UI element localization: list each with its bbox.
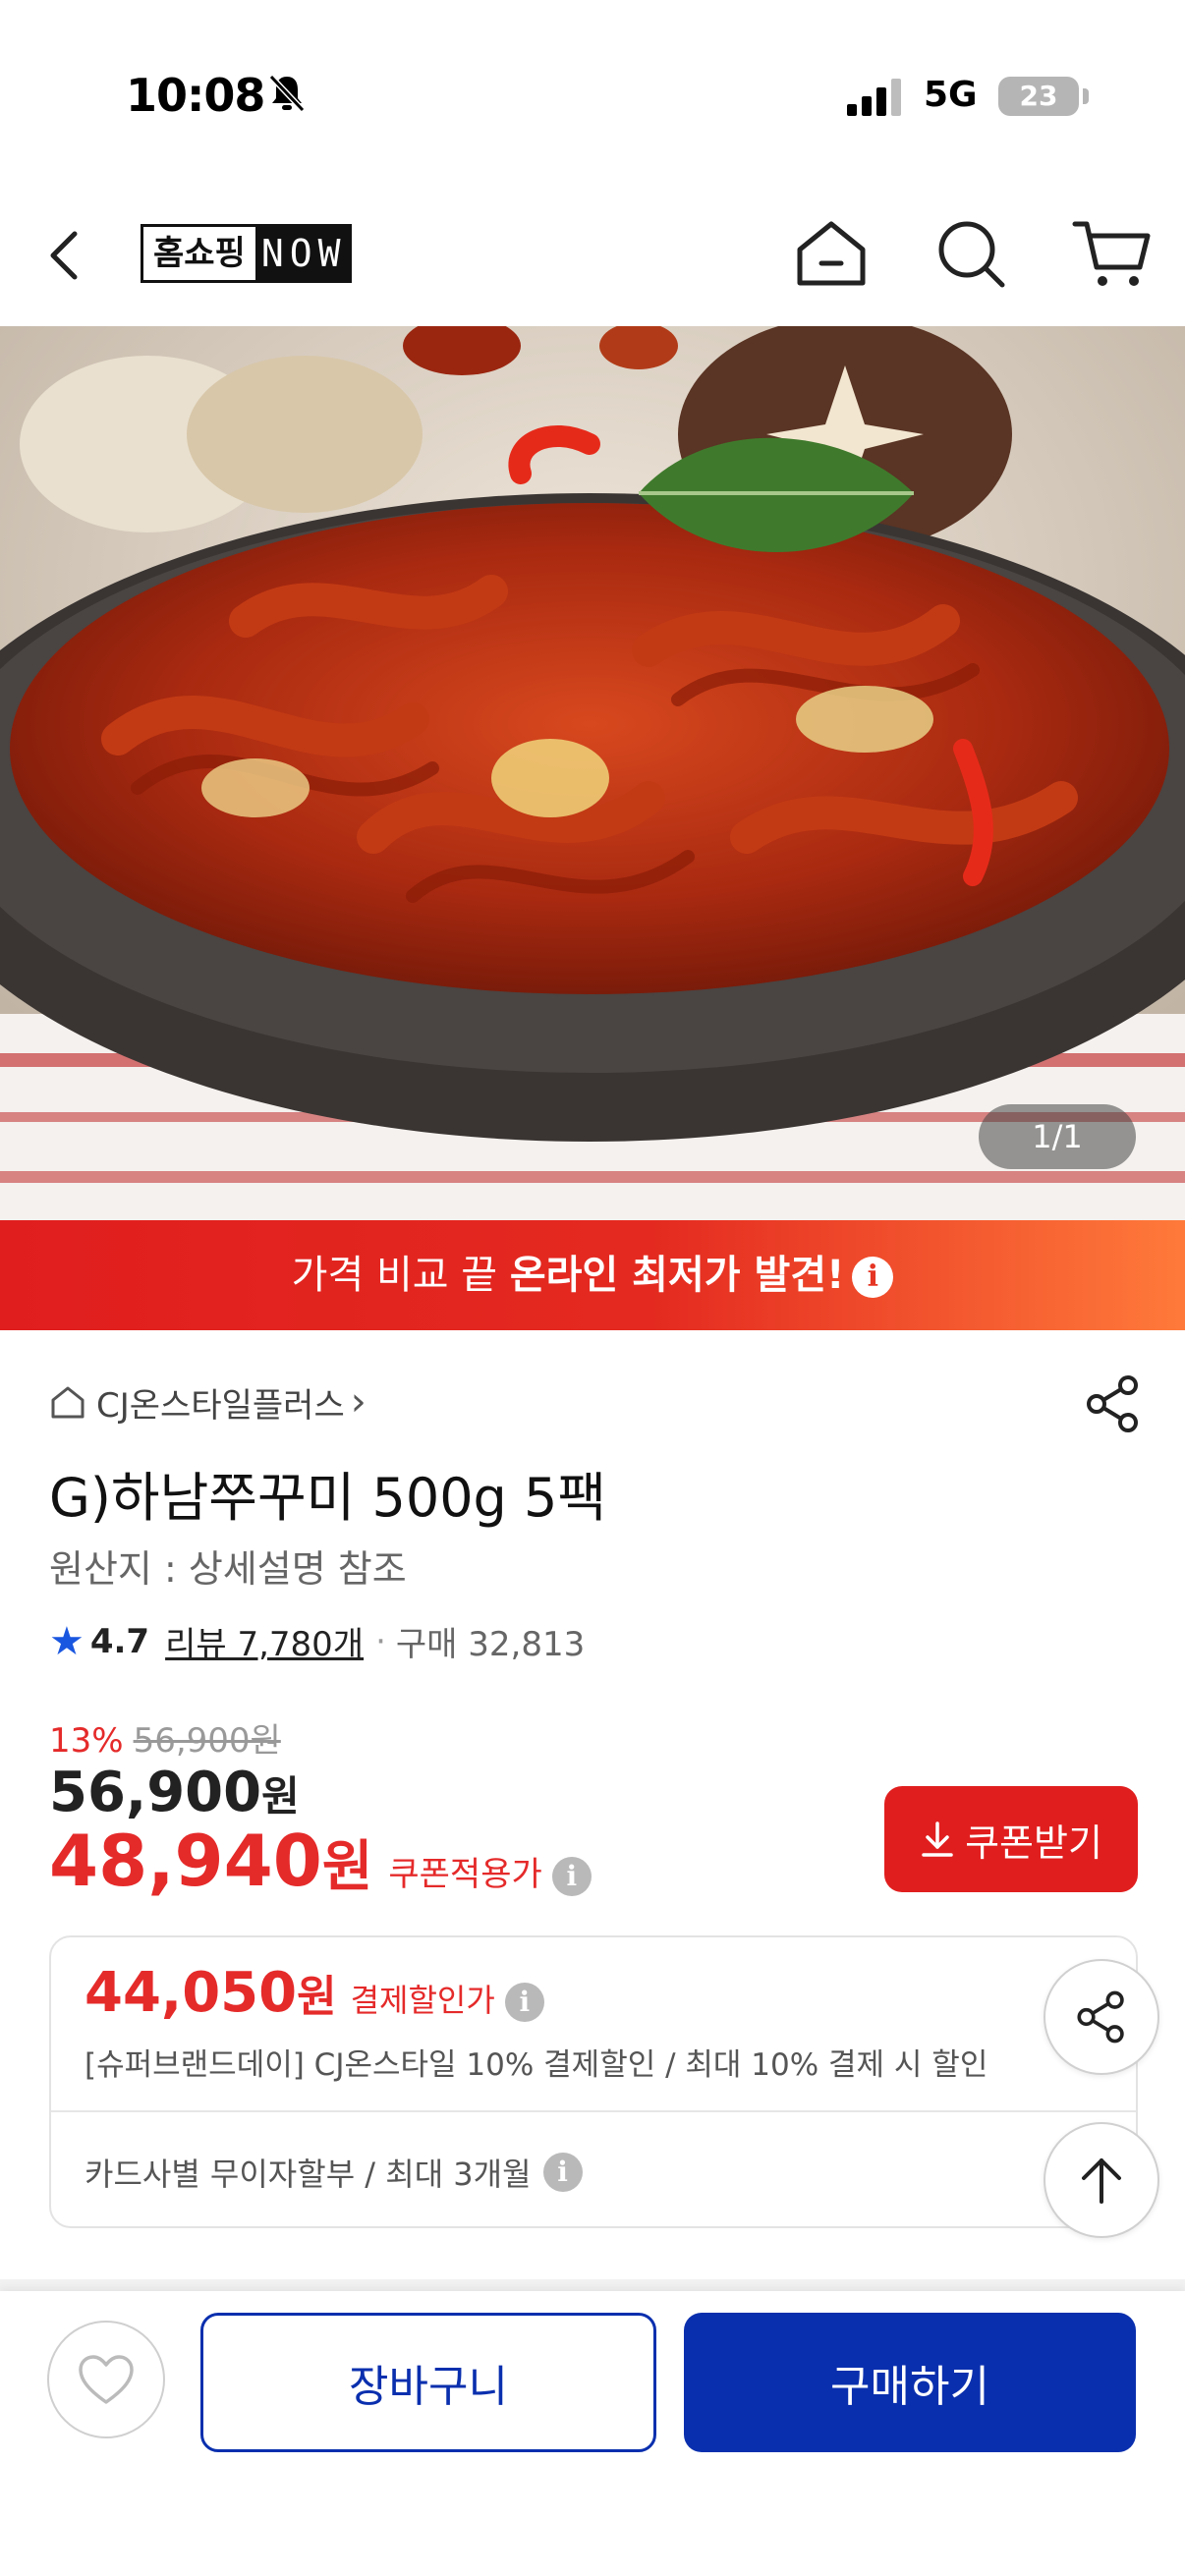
installment-info: 카드사별 무이자할부 / 최대 3개월 i — [85, 2150, 583, 2195]
store-link[interactable]: CJ온스타일플러스 › — [49, 1377, 367, 1427]
status-time: 10:08 — [126, 69, 265, 122]
coupon-download-button[interactable]: 쿠폰받기 — [884, 1786, 1138, 1892]
payment-price-value: 44,050 — [85, 1961, 298, 2025]
status-bar: 10:08 5G 23 — [0, 0, 1185, 187]
share-icon[interactable] — [1081, 1372, 1146, 1436]
sale-price-value: 56,900 — [49, 1761, 262, 1824]
battery-level: 23 — [1019, 80, 1058, 112]
chevron-right-icon: › — [350, 1379, 367, 1425]
promo-prefix: 가격 비교 끝 — [291, 1253, 510, 1298]
rating-score: 4.7 — [89, 1621, 150, 1661]
lowest-price-banner[interactable]: 가격 비교 끝 온라인 최저가 발견! i — [0, 1220, 1185, 1330]
coupon-button-label: 쿠폰받기 — [965, 1820, 1102, 1865]
store-name: CJ온스타일플러스 — [96, 1385, 345, 1426]
coupon-price-value: 48,940 — [49, 1820, 322, 1902]
add-to-cart-button[interactable]: 장바구니 — [200, 2313, 656, 2452]
arrow-up-icon — [1082, 2158, 1121, 2204]
info-icon[interactable]: i — [542, 2153, 583, 2192]
network-label: 5G — [924, 75, 978, 115]
share-icon — [1077, 1990, 1124, 2044]
wishlist-button[interactable] — [47, 2321, 165, 2438]
search-icon[interactable] — [930, 212, 1012, 295]
battery-icon: 23 — [998, 77, 1079, 116]
payment-benefit-box: 44,050 원 결제할인가 i [슈퍼브랜드데이] CJ온스타일 10% 결제… — [49, 1935, 1138, 2228]
sale-price-unit: 원 — [261, 1772, 300, 1820]
payment-price-label: 결제할인가 — [350, 1982, 495, 2019]
section-divider — [0, 2279, 1185, 2291]
coupon-price-unit: 원 — [321, 1835, 373, 1899]
sale-price: 56,900원 — [49, 1761, 300, 1824]
download-icon — [922, 1821, 953, 1857]
coupon-price: 48,940 원 쿠폰적용가 i — [49, 1820, 592, 1902]
payment-price-unit: 원 — [297, 1972, 337, 2022]
battery-tip — [1083, 88, 1089, 104]
home-outline-icon — [51, 1386, 85, 1419]
store-logo[interactable]: 홈쇼핑 NOW — [141, 224, 353, 283]
rating-row: ★ 4.7 리뷰 7,780개 · 구매 32,813 — [49, 1617, 585, 1665]
separator-dot: · — [375, 1621, 386, 1661]
discount-row: 13% 56,900원 — [49, 1713, 281, 1762]
product-photo — [0, 326, 1185, 1220]
back-icon[interactable] — [39, 226, 98, 285]
cart-icon[interactable] — [1071, 212, 1154, 295]
coupon-price-label: 쿠폰적용가 — [388, 1855, 542, 1894]
bell-muted-icon — [268, 74, 306, 113]
installment-text: 카드사별 무이자할부 / 최대 3개월 — [85, 2156, 532, 2193]
product-title: G)하남쭈꾸미 500g 5팩 — [49, 1467, 607, 1529]
payment-description: [슈퍼브랜드데이] CJ온스타일 10% 결제할인 / 최대 10% 결제 시 … — [85, 2047, 988, 2083]
heart-icon — [79, 2355, 134, 2404]
signal-icon — [847, 79, 901, 116]
discount-rate: 13% — [49, 1721, 124, 1761]
scroll-top-button[interactable] — [1044, 2122, 1159, 2238]
info-icon[interactable]: i — [504, 1983, 544, 2022]
image-counter: 1/1 — [979, 1104, 1136, 1169]
info-icon[interactable]: i — [551, 1857, 592, 1896]
star-icon: ★ — [49, 1618, 85, 1664]
original-price: 56,900원 — [133, 1721, 281, 1761]
buy-now-button[interactable]: 구매하기 — [684, 2313, 1136, 2452]
product-origin: 원산지 : 상세설명 참조 — [49, 1547, 407, 1591]
review-link[interactable]: 리뷰 7,780개 — [165, 1617, 364, 1665]
product-image[interactable] — [0, 326, 1185, 1220]
logo-text-left: 홈쇼핑 — [141, 224, 255, 283]
floating-share-button[interactable] — [1044, 1959, 1159, 2075]
home-icon[interactable] — [790, 212, 873, 295]
divider — [51, 2110, 1136, 2112]
purchase-count: 구매 32,813 — [395, 1625, 586, 1664]
promo-highlight: 온라인 최저가 발견! — [509, 1253, 845, 1298]
logo-text-right: NOW — [254, 224, 353, 283]
info-icon[interactable]: i — [852, 1257, 894, 1298]
payment-discount-price: 44,050 원 결제할인가 i — [85, 1961, 544, 2025]
